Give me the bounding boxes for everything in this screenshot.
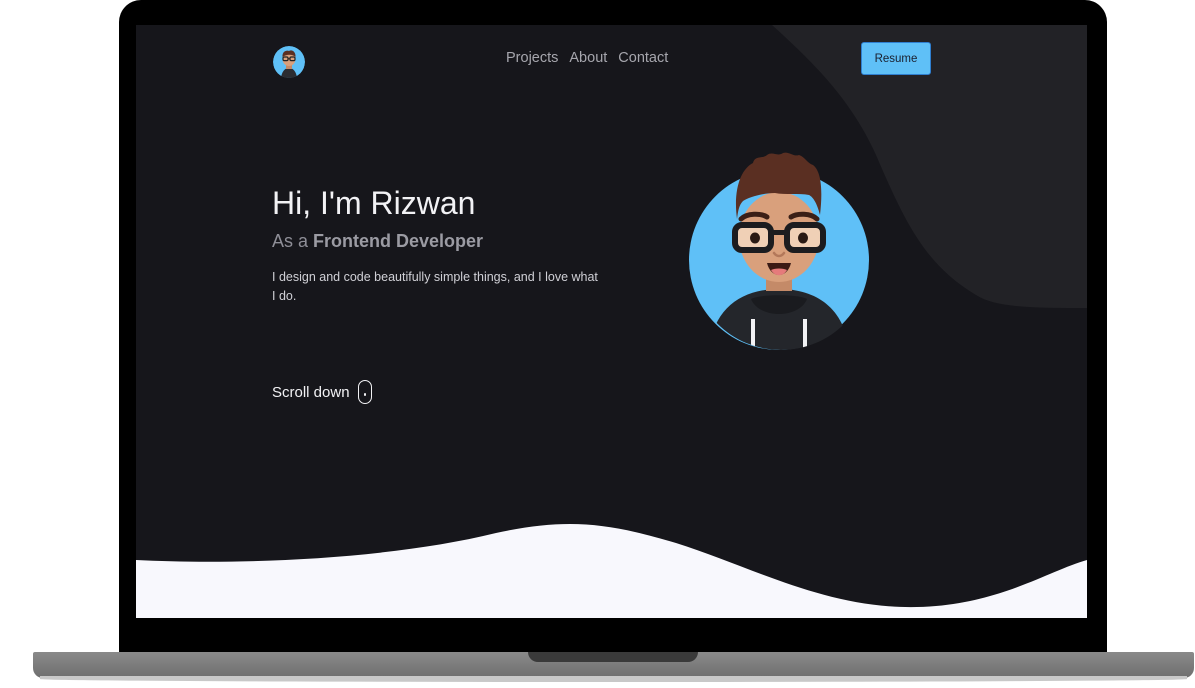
scroll-down-link[interactable]: Scroll down [272,380,372,404]
mouse-icon [357,380,372,404]
laptop-shadow [40,676,1187,682]
scroll-down-label: Scroll down [272,383,350,401]
developer-avatar-illustration [689,152,869,350]
bottom-wave [136,523,1087,618]
hero-title: Hi, I'm Rizwan [272,185,476,221]
hero-description: I design and code beautifully simple thi… [272,270,598,303]
background-shapes [136,25,1087,618]
subtitle-role: Frontend Developer [313,231,484,251]
user-avatar-icon [273,46,305,78]
nav-link-contact[interactable]: Contact [618,50,668,66]
laptop-notch [528,652,698,662]
subtitle-prefix: As a [272,231,314,251]
nav-link-projects[interactable]: Projects [506,50,558,66]
hero-subtitle: As a Frontend Developer [272,231,483,252]
website-screen: Projects About Contact Resume Hi, I'm Ri… [136,25,1087,618]
nav-link-about[interactable]: About [569,50,607,66]
main-nav: Projects About Contact [506,50,668,66]
resume-button[interactable]: Resume [861,42,931,75]
logo-avatar[interactable] [273,46,305,78]
